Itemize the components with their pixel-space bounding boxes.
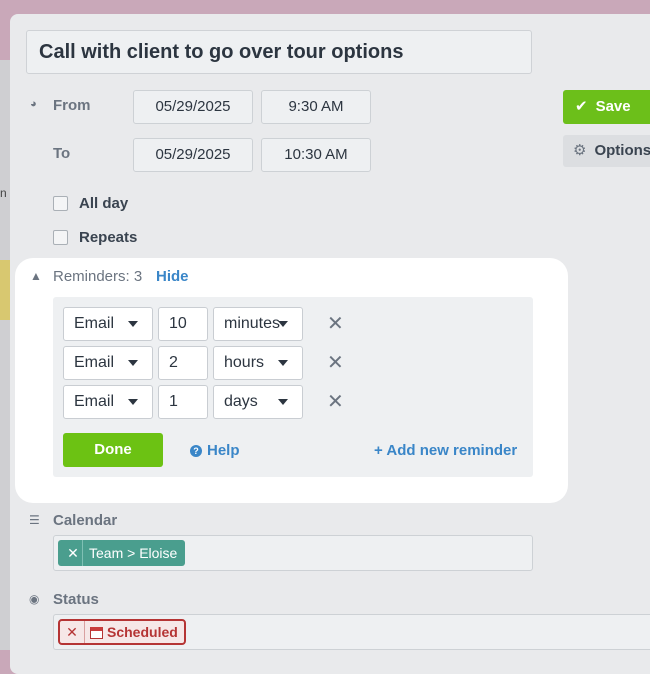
reminder-unit-value: days (224, 393, 258, 410)
reminders-header: Reminders: 3 (53, 268, 143, 285)
chevron-down-icon (128, 321, 138, 327)
save-label: Save (595, 98, 631, 115)
status-tag-label: Scheduled (107, 624, 178, 640)
reminder-unit-select[interactable]: days (213, 385, 303, 419)
chevron-down-icon (128, 399, 138, 405)
calendar-label: Calendar (53, 512, 118, 529)
reminder-unit-value: hours (224, 354, 265, 371)
reminder-unit-select[interactable]: minutes (213, 307, 303, 341)
background-edge-text: n (0, 186, 7, 200)
chevron-down-icon (278, 360, 288, 366)
reminder-method-value: Email (74, 315, 115, 332)
reminder-amount-input[interactable]: 2 (158, 346, 208, 380)
radio-icon: ◉ (29, 592, 40, 606)
reminder-amount-input[interactable]: 1 (158, 385, 208, 419)
check-icon: ✔ (575, 98, 588, 115)
help-label: Help (207, 442, 240, 459)
list-icon: ☰ (29, 513, 40, 527)
to-date-input[interactable]: 05/29/2025 (133, 138, 253, 172)
calendar-tag: ✕ Team > Eloise (58, 540, 186, 566)
reminder-amount-input[interactable]: 10 (158, 307, 208, 341)
all-day-checkbox[interactable] (53, 196, 68, 211)
status-tag: ✕ Scheduled (58, 619, 186, 645)
help-link[interactable]: ? Help (190, 442, 240, 459)
help-icon: ? (190, 445, 202, 457)
clock-icon: ◕ (30, 98, 37, 110)
save-button[interactable]: ✔ Save (563, 90, 650, 124)
reminder-method-select[interactable]: Email (63, 307, 153, 341)
event-title-input[interactable]: Call with client to go over tour options (26, 30, 532, 74)
done-button[interactable]: Done (63, 433, 163, 467)
background-calendar-strip: n (0, 60, 10, 650)
reminder-unit-value: minutes (224, 315, 281, 332)
remove-reminder-button[interactable]: ✕ (327, 353, 344, 373)
remove-reminder-button[interactable]: ✕ (327, 314, 344, 334)
options-button[interactable]: ⚙ Options (563, 135, 650, 167)
chevron-down-icon (128, 360, 138, 366)
reminder-method-value: Email (74, 354, 115, 371)
background-event-block (0, 260, 10, 320)
status-label: Status (53, 591, 99, 608)
repeats-label: Repeats (79, 229, 138, 246)
to-time-input[interactable]: 10:30 AM (261, 138, 371, 172)
from-label: From (53, 97, 91, 114)
remove-tag-icon[interactable]: ✕ (60, 621, 85, 643)
add-reminder-link[interactable]: + Add new reminder (374, 442, 517, 459)
options-label: Options (594, 142, 650, 159)
remove-tag-icon[interactable]: ✕ (64, 540, 83, 566)
calendar-tag-label: Team > Eloise (89, 545, 178, 561)
reminder-method-select[interactable]: Email (63, 385, 153, 419)
from-time-input[interactable]: 9:30 AM (261, 90, 371, 124)
reminder-unit-select[interactable]: hours (213, 346, 303, 380)
reminder-method-select[interactable]: Email (63, 346, 153, 380)
bell-icon: ▲ (30, 269, 42, 283)
from-date-input[interactable]: 05/29/2025 (133, 90, 253, 124)
to-label: To (53, 145, 71, 162)
calendar-icon (90, 627, 103, 639)
remove-reminder-button[interactable]: ✕ (327, 392, 344, 412)
all-day-label: All day (79, 195, 129, 212)
repeats-checkbox[interactable] (53, 230, 68, 245)
gear-icon: ⚙ (573, 142, 587, 159)
chevron-down-icon (278, 399, 288, 405)
reminder-method-value: Email (74, 393, 115, 410)
hide-reminders-link[interactable]: Hide (156, 268, 189, 285)
chevron-down-icon (278, 321, 288, 327)
